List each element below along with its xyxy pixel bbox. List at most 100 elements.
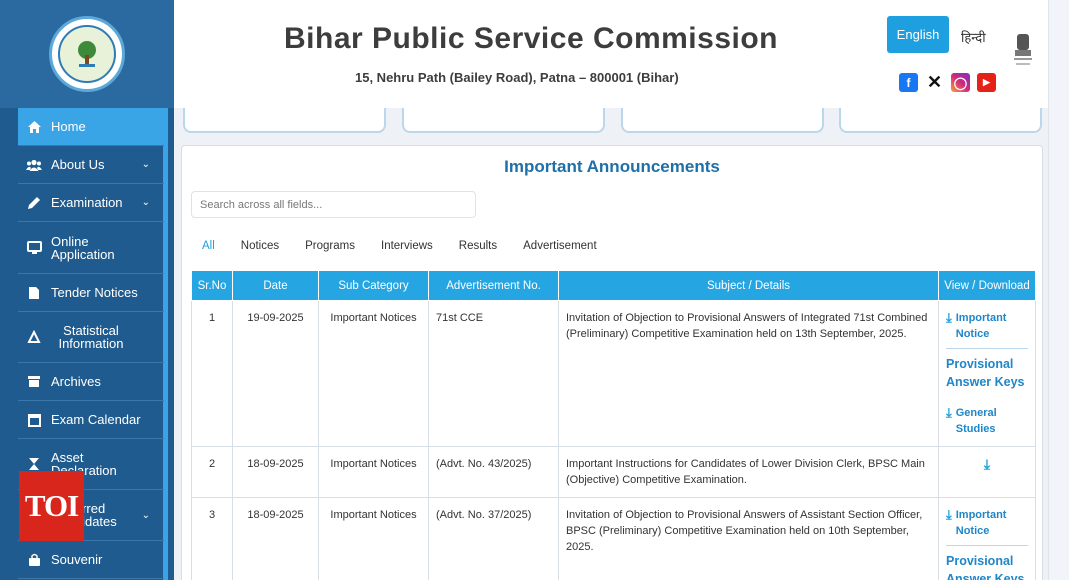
monitor-icon (26, 240, 42, 256)
sidebar-item-label: Examination (51, 195, 123, 210)
sidebar-item-home[interactable]: Home (18, 108, 164, 146)
quick-link-card[interactable] (839, 108, 1042, 133)
instagram-icon[interactable]: ◯ (951, 73, 970, 92)
logo-emblem (58, 25, 116, 83)
column-header: Date (232, 270, 319, 301)
download-link[interactable]: ⤓ Important Notice (946, 310, 1028, 342)
sidebar-item-label: Online Application (51, 233, 115, 262)
chevron-down-icon: ⌄ (141, 159, 150, 170)
cell-sr: 1 (191, 300, 233, 447)
sidebar-item-tender-notices[interactable]: Tender Notices (18, 274, 164, 312)
english-language-button[interactable]: English (887, 16, 949, 53)
table-row: 1 19-09-2025 Important Notices 71st CCE … (191, 300, 1036, 447)
download-label: Important Notice (955, 509, 1007, 537)
tab-results[interactable]: Results (459, 240, 497, 252)
sidebar-item-online-application[interactable]: Online Application (18, 222, 164, 274)
toi-watermark: TOI (19, 471, 84, 541)
download-label: General Studies (955, 407, 997, 435)
cell-download: ⤓ (938, 446, 1036, 498)
category-tabs: All Notices Programs Interviews Results … (202, 240, 623, 252)
cell-date: 18-09-2025 (232, 497, 319, 580)
section-heading: Provisional Answer Keys (946, 545, 1028, 580)
site-address: 15, Nehru Path (Bailey Road), Patna – 80… (355, 70, 679, 85)
cell-subject: Invitation of Objection to Provisional A… (558, 300, 939, 447)
sidebar-item-about-us[interactable]: About Us ⌄ (18, 146, 164, 184)
cell-date: 19-09-2025 (232, 300, 319, 447)
sidebar-item-archives[interactable]: Archives (18, 363, 164, 401)
column-header: Sub Category (318, 270, 429, 301)
quick-link-card[interactable] (402, 108, 605, 133)
cell-sr: 3 (191, 497, 233, 580)
site-header: Bihar Public Service Commission 15, Nehr… (174, 0, 1048, 108)
download-label: Important Notice (955, 312, 1007, 340)
table-header-row: Sr.No Date Sub Category Advertisement No… (191, 270, 1036, 301)
download-icon[interactable]: ⤓ (984, 456, 990, 472)
bpsc-logo[interactable] (49, 16, 125, 92)
cell-sr: 2 (191, 446, 233, 498)
download-link[interactable]: ⤓ Important Notice (946, 507, 1028, 539)
cell-download: ⤓ Important Notice Provisional Answer Ke… (938, 300, 1036, 447)
download-icon: ⤓ (946, 310, 952, 325)
sidebar-item-label: About Us (51, 157, 105, 172)
search-input[interactable] (191, 191, 476, 218)
tab-all[interactable]: All (202, 240, 215, 252)
chevron-down-icon: ⌄ (141, 197, 150, 208)
sidebar-item-label: Archives (51, 374, 101, 389)
users-icon (26, 157, 42, 173)
hindi-language-link[interactable]: हिन्दी (961, 28, 986, 46)
table-row: 3 18-09-2025 Important Notices (Advt. No… (191, 497, 1036, 580)
download-link[interactable]: ⤓ General Studies (946, 405, 1028, 437)
national-emblem-icon (1010, 32, 1036, 72)
chevron-down-icon: ⌄ (141, 509, 150, 521)
cell-advertisement: (Advt. No. 37/2025) (428, 497, 559, 580)
chart-icon (26, 329, 42, 345)
sidebar-item-statistical-information[interactable]: Statistical Information (18, 312, 164, 363)
hourglass-icon (26, 456, 42, 472)
download-icon: ⤓ (946, 507, 952, 522)
cell-subject: Important Instructions for Candidates of… (558, 446, 939, 498)
column-header: Sr.No (191, 270, 233, 301)
column-header: Subject / Details (558, 270, 939, 301)
page-scroll-edge (1048, 0, 1069, 580)
sidebar-item-label: Home (51, 119, 86, 134)
section-heading: Provisional Answer Keys (946, 348, 1028, 397)
sidebar-item-label: Tender Notices (51, 285, 138, 300)
tab-interviews[interactable]: Interviews (381, 240, 433, 252)
sidebar-item-label: Statistical Information (58, 323, 124, 351)
x-twitter-icon[interactable]: ✕ (925, 72, 944, 92)
cell-download: ⤓ Important Notice Provisional Answer Ke… (938, 497, 1036, 580)
quick-link-cards (183, 108, 1043, 134)
youtube-icon[interactable]: ▶ (977, 73, 996, 92)
table-row: 2 18-09-2025 Important Notices (Advt. No… (191, 446, 1036, 498)
download-icon: ⤓ (946, 405, 952, 420)
cell-subject: Invitation of Objection to Provisional A… (558, 497, 939, 580)
quick-link-card[interactable] (183, 108, 386, 133)
social-links: f ✕ ◯ ▶ (899, 72, 996, 92)
announcements-panel: Important Announcements All Notices Prog… (181, 145, 1043, 580)
quick-link-card[interactable] (621, 108, 824, 133)
panel-title: Important Announcements (504, 157, 720, 176)
facebook-icon[interactable]: f (899, 73, 918, 92)
cell-category: Important Notices (318, 497, 429, 580)
sidebar-item-examination[interactable]: Examination ⌄ (18, 184, 164, 222)
cell-advertisement: (Advt. No. 43/2025) (428, 446, 559, 498)
sidebar-item-exam-calendar[interactable]: Exam Calendar (18, 401, 164, 439)
cell-category: Important Notices (318, 300, 429, 447)
column-header: View / Download (938, 270, 1036, 301)
cell-date: 18-09-2025 (232, 446, 319, 498)
column-header: Advertisement No. (428, 270, 559, 301)
sidebar-item-label: Exam Calendar (51, 412, 141, 427)
tab-advertisement[interactable]: Advertisement (523, 240, 597, 252)
home-icon (26, 119, 42, 135)
tab-programs[interactable]: Programs (305, 240, 355, 252)
cell-category: Important Notices (318, 446, 429, 498)
announcements-table: Sr.No Date Sub Category Advertisement No… (191, 270, 1036, 580)
pencil-icon (26, 195, 42, 211)
archive-icon (26, 374, 42, 390)
sidebar-item-souvenir[interactable]: Souvenir (18, 541, 164, 579)
bag-icon (26, 552, 42, 568)
tab-notices[interactable]: Notices (241, 240, 279, 252)
logo-area (0, 0, 174, 108)
site-title: Bihar Public Service Commission (284, 22, 778, 55)
document-icon (26, 285, 42, 301)
